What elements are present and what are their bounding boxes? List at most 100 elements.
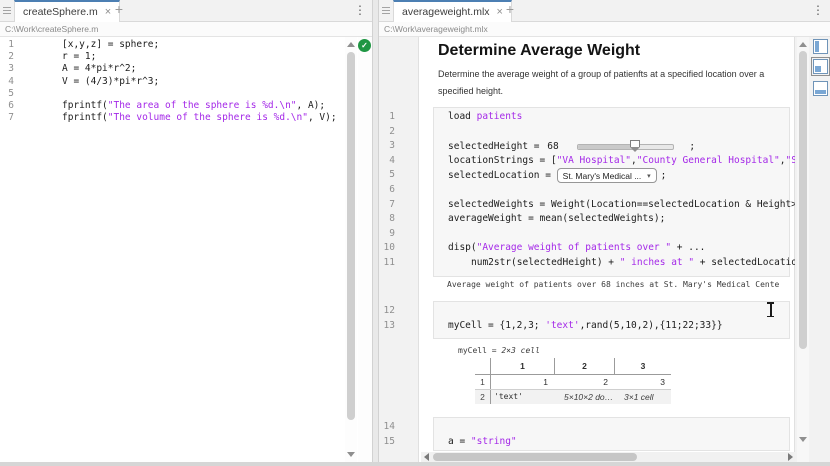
code-line[interactable]: a = "string" xyxy=(448,436,517,447)
code-line[interactable]: fprintf("The area of the sphere is %d.\n… xyxy=(62,100,325,111)
code-line[interactable]: selectedHeight = 68 ; xyxy=(448,138,695,155)
left-tab-bar: createSphere.m × + ⋮ xyxy=(0,0,372,22)
code-line[interactable]: fprintf("The volume of the sphere is %d.… xyxy=(62,112,337,123)
chevron-down-icon: ▾ xyxy=(647,172,651,180)
line-number: 5 xyxy=(379,169,395,180)
column-header: 1 xyxy=(491,358,554,374)
table-cell: 5×10×2 do… xyxy=(554,390,614,404)
line-number: 15 xyxy=(379,436,395,447)
table-row: 2 'text' 5×10×2 do… 3×1 cell xyxy=(475,390,671,404)
vertical-scrollbar[interactable] xyxy=(345,37,357,462)
tab-title: averageweight.mlx xyxy=(402,6,490,18)
output-on-right-icon[interactable] xyxy=(813,59,828,74)
slider-value[interactable]: 68 xyxy=(545,141,558,152)
code-line[interactable]: averageWeight = mean(selectedWeights); xyxy=(448,213,665,224)
line-number: 10 xyxy=(379,242,395,253)
document-bar-grip-icon[interactable] xyxy=(382,7,390,14)
tab-actions-menu-icon[interactable]: ⋮ xyxy=(812,3,824,17)
code-line[interactable]: [x,y,z] = sphere; xyxy=(62,39,159,50)
tab-actions-menu-icon[interactable]: ⋮ xyxy=(354,3,366,17)
line-number: 12 xyxy=(379,305,395,316)
scroll-up-button[interactable] xyxy=(797,38,809,50)
pane-splitter[interactable] xyxy=(372,0,379,462)
right-tab-bar: averageweight.mlx × + ⋮ xyxy=(379,0,830,22)
document-bar-grip-icon[interactable] xyxy=(3,7,11,14)
arrow-down-icon xyxy=(347,452,355,457)
table-cell: 'text' xyxy=(491,390,554,404)
code-editor[interactable]: 1 2 3 4 5 6 7 [x,y,z] = sphere; r = 1; A… xyxy=(0,37,372,462)
line-number: 7 xyxy=(379,199,395,210)
dropdown-selected-value: St. Mary's Medical ... xyxy=(563,171,642,181)
scrollbar-thumb[interactable] xyxy=(347,52,355,420)
table-header-row: 1 2 3 xyxy=(475,358,671,375)
tab-title: createSphere.m xyxy=(23,6,98,18)
text-cursor-pointer xyxy=(766,302,775,317)
line-number: 9 xyxy=(379,228,395,239)
line-number: 8 xyxy=(379,213,395,224)
arrow-up-icon xyxy=(799,42,807,47)
horizontal-scrollbar[interactable] xyxy=(421,452,795,462)
live-editor[interactable]: Determine Average Weight Determine the a… xyxy=(379,37,830,462)
variable-output-label: myCell = 2×3 cell xyxy=(458,346,540,355)
hide-code-icon[interactable] xyxy=(813,81,828,96)
line-number: 6 xyxy=(379,184,395,195)
code-line[interactable]: num2str(selectedHeight) + " inches at " … xyxy=(448,257,795,268)
arrow-up-icon xyxy=(347,42,355,47)
line-number: 6 xyxy=(0,100,14,111)
arrow-left-icon xyxy=(424,453,429,461)
scroll-left-button[interactable] xyxy=(421,452,431,462)
line-number: 13 xyxy=(379,320,395,331)
line-number: 14 xyxy=(379,421,395,432)
vertical-scrollbar[interactable] xyxy=(797,37,809,462)
line-number: 7 xyxy=(0,112,14,123)
table-cell: 3×1 cell xyxy=(614,390,671,404)
height-slider[interactable] xyxy=(577,139,674,154)
row-header: 1 xyxy=(475,375,491,389)
code-line[interactable]: selectedWeights = Weight(Location==selec… xyxy=(448,199,795,210)
new-tab-button[interactable]: + xyxy=(112,1,126,17)
table-cell: 1 xyxy=(491,375,554,389)
close-icon[interactable]: × xyxy=(105,7,111,18)
code-line[interactable]: locationStrings = ["VA Hospital","County… xyxy=(448,155,795,166)
new-tab-button[interactable]: + xyxy=(503,1,517,17)
left-editor-pane: createSphere.m × + ⋮ C:\Work\createSpher… xyxy=(0,0,372,462)
code-line[interactable]: r = 1; xyxy=(62,51,96,62)
code-line[interactable]: A = 4*pi*r^2; xyxy=(62,63,136,74)
line-number: 2 xyxy=(379,126,395,137)
code-analyzer-status-icon[interactable]: ✓ xyxy=(358,39,371,52)
scroll-down-button[interactable] xyxy=(345,448,357,460)
line-number: 4 xyxy=(0,76,14,87)
document-heading: Determine Average Weight xyxy=(438,42,640,60)
location-dropdown[interactable]: St. Mary's Medical ... ▾ xyxy=(557,168,657,183)
table-cell: 2 xyxy=(554,375,614,389)
scroll-up-button[interactable] xyxy=(345,38,357,50)
slider-thumb[interactable] xyxy=(630,140,640,147)
output-inline-icon[interactable] xyxy=(813,39,828,54)
line-number: 3 xyxy=(379,140,395,151)
column-header: 2 xyxy=(554,358,614,374)
arrow-down-icon xyxy=(799,437,807,442)
code-line[interactable]: disp("Average weight of patients over " … xyxy=(448,242,705,253)
line-number: 11 xyxy=(379,257,395,268)
code-line[interactable]: selectedLocation = St. Mary's Medical ..… xyxy=(448,167,666,184)
line-number: 5 xyxy=(0,88,14,99)
line-number: 4 xyxy=(379,155,395,166)
code-line[interactable]: myCell = {1,2,3; 'text',rand(5,10,2),{11… xyxy=(448,320,723,331)
breadcrumb: C:\Work\averageweight.mlx xyxy=(379,22,830,37)
tab-averageweight[interactable]: averageweight.mlx × xyxy=(393,0,512,22)
message-indicator-strip: ✓ xyxy=(358,37,372,462)
scroll-down-button[interactable] xyxy=(797,433,809,445)
scroll-right-button[interactable] xyxy=(785,452,795,462)
scrollbar-thumb[interactable] xyxy=(433,453,637,461)
line-number: 2 xyxy=(0,51,14,62)
code-line[interactable]: load patients xyxy=(448,111,522,122)
code-line[interactable]: V = (4/3)*pi*r^3; xyxy=(62,76,159,87)
document-paragraph: Determine the average weight of a group … xyxy=(438,66,772,100)
table-cell: 3 xyxy=(614,375,671,389)
row-header: 2 xyxy=(475,390,491,404)
cell-array-table: 1 2 3 1 1 2 3 2 'text' 5×10×2 do… 3×1 ce… xyxy=(475,358,671,404)
tab-createsphere[interactable]: createSphere.m × xyxy=(14,0,120,22)
line-number: 1 xyxy=(0,39,14,50)
line-number: 1 xyxy=(379,111,395,122)
scrollbar-thumb[interactable] xyxy=(799,51,807,349)
